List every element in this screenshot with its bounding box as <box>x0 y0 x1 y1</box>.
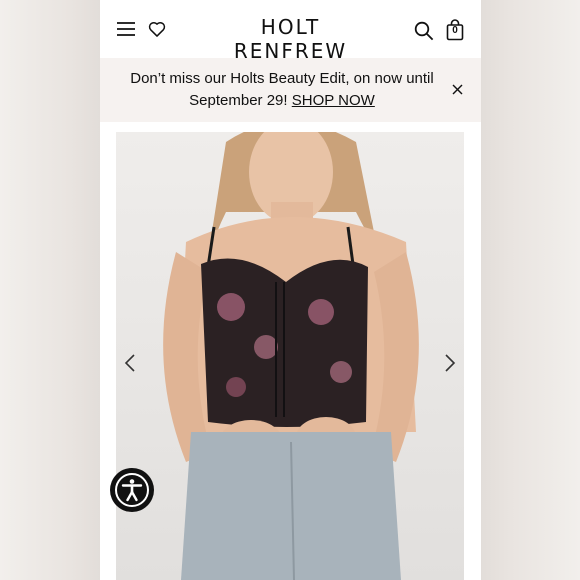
close-icon[interactable] <box>452 84 463 95</box>
product-image-gallery[interactable] <box>116 132 464 580</box>
accessibility-icon <box>115 473 149 507</box>
bag-count: 0 <box>452 25 458 36</box>
promo-message: Don’t miss our Holts Beauty Edit, on now… <box>130 70 434 109</box>
product-image <box>163 132 419 580</box>
promo-text: Don’t miss our Holts Beauty Edit, on now… <box>114 68 450 112</box>
promo-banner: Don’t miss our Holts Beauty Edit, on now… <box>100 58 481 122</box>
menu-icon[interactable] <box>116 21 136 37</box>
site-header: HOLT RENFREW 0 <box>100 0 481 63</box>
background-right <box>480 0 580 580</box>
mobile-page: HOLT RENFREW 0 Don’t miss our Holts Beau… <box>100 0 481 580</box>
chevron-left-icon[interactable] <box>124 353 136 373</box>
shopping-bag-button[interactable]: 0 <box>445 19 465 41</box>
accessibility-button[interactable] <box>110 468 154 512</box>
shop-now-link[interactable]: SHOP NOW <box>292 92 375 109</box>
brand-logo[interactable]: HOLT RENFREW <box>200 15 381 63</box>
heart-icon[interactable] <box>147 19 167 39</box>
background-left <box>0 0 100 580</box>
search-icon[interactable] <box>414 21 434 41</box>
chevron-right-icon[interactable] <box>444 353 456 373</box>
